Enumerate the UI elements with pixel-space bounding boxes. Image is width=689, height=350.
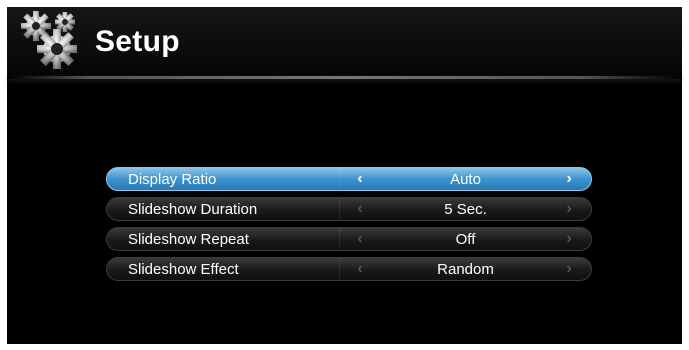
menu-row-slideshow-repeat[interactable]: Slideshow Repeat ‹ Off › <box>106 227 592 251</box>
menu-row-display-ratio[interactable]: Display Ratio ‹ Auto › <box>106 167 592 191</box>
page-title: Setup <box>95 25 180 58</box>
menu-row-slideshow-duration[interactable]: Slideshow Duration ‹ 5 Sec. › <box>106 197 592 221</box>
menu-row-label: Slideshow Repeat <box>128 231 249 248</box>
value-selector[interactable]: ‹ Random › <box>339 258 591 280</box>
value-selector[interactable]: ‹ 5 Sec. › <box>339 198 591 220</box>
menu-row-slideshow-effect[interactable]: Slideshow Effect ‹ Random › <box>106 257 592 281</box>
menu-row-value: 5 Sec. <box>444 201 487 218</box>
header-bar: Setup <box>7 7 682 77</box>
value-selector[interactable]: ‹ Auto › <box>339 168 591 190</box>
gears-icon <box>21 11 77 69</box>
header-divider <box>7 76 682 79</box>
menu-row-value: Random <box>437 261 494 278</box>
setup-screen: Setup Display Ratio ‹ Auto › Slideshow D… <box>7 7 682 344</box>
menu-row-value: Auto <box>450 171 481 188</box>
setup-menu: Display Ratio ‹ Auto › Slideshow Duratio… <box>106 167 592 287</box>
menu-row-label: Slideshow Effect <box>128 261 239 278</box>
chevron-right-icon[interactable]: › <box>559 259 579 279</box>
value-selector[interactable]: ‹ Off › <box>339 228 591 250</box>
menu-row-label: Slideshow Duration <box>128 201 258 218</box>
menu-row-label: Display Ratio <box>128 171 217 188</box>
chevron-right-icon[interactable]: › <box>559 169 579 189</box>
chevron-right-icon[interactable]: › <box>559 199 579 219</box>
chevron-right-icon[interactable]: › <box>559 229 579 249</box>
menu-row-value: Off <box>455 231 476 248</box>
